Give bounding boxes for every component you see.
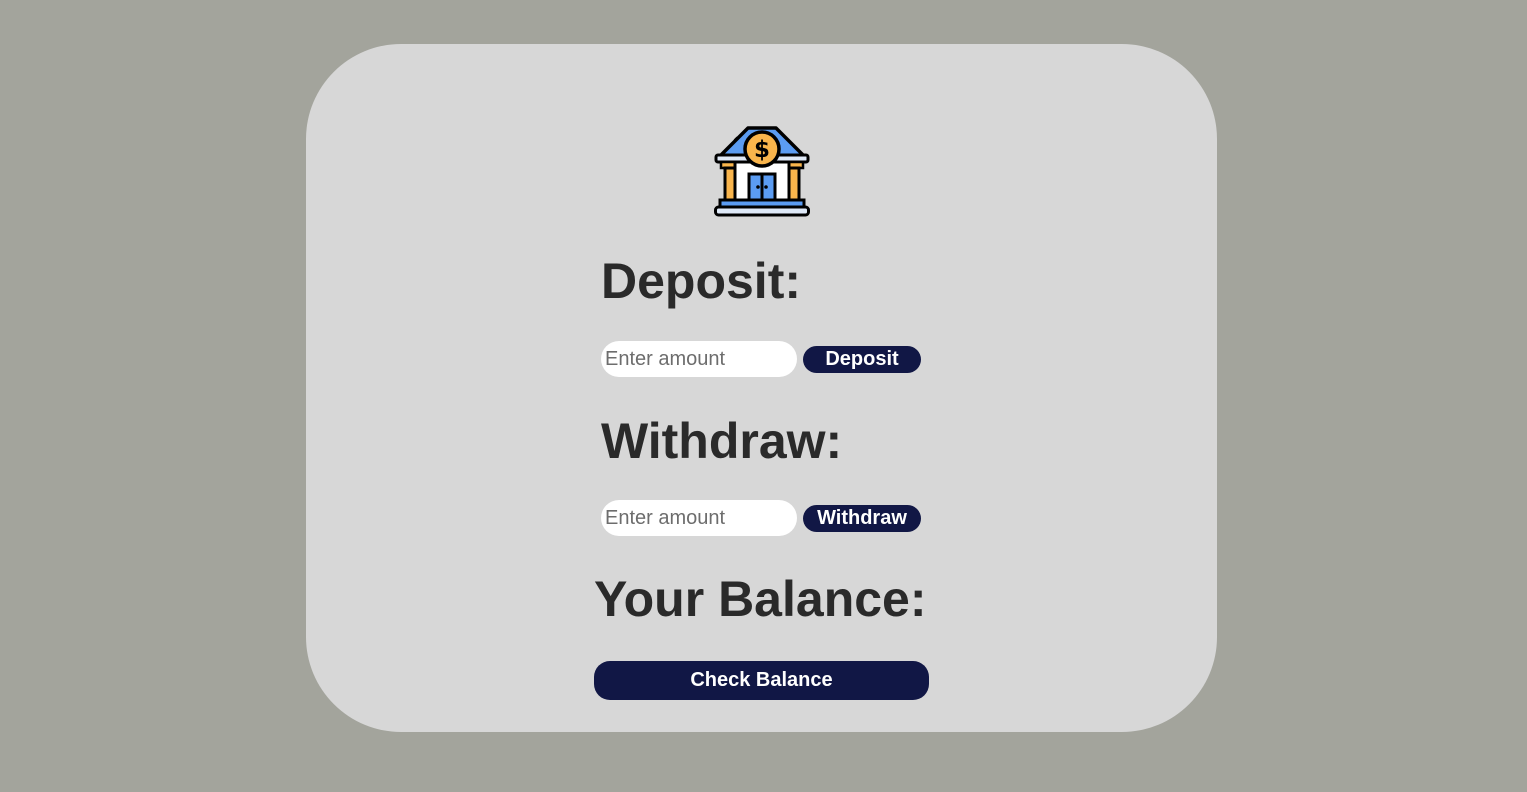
deposit-button[interactable]: Deposit [803, 346, 921, 373]
withdraw-heading: Withdraw: [601, 413, 843, 469]
withdraw-amount-input[interactable] [601, 500, 797, 536]
deposit-heading: Deposit: [601, 253, 801, 309]
bank-icon: $ [714, 126, 810, 217]
balance-heading: Your Balance: [594, 571, 927, 627]
svg-text:$: $ [754, 137, 770, 163]
deposit-amount-input[interactable] [601, 341, 797, 377]
withdraw-button[interactable]: Withdraw [803, 505, 921, 532]
check-balance-button[interactable]: Check Balance [594, 661, 929, 700]
